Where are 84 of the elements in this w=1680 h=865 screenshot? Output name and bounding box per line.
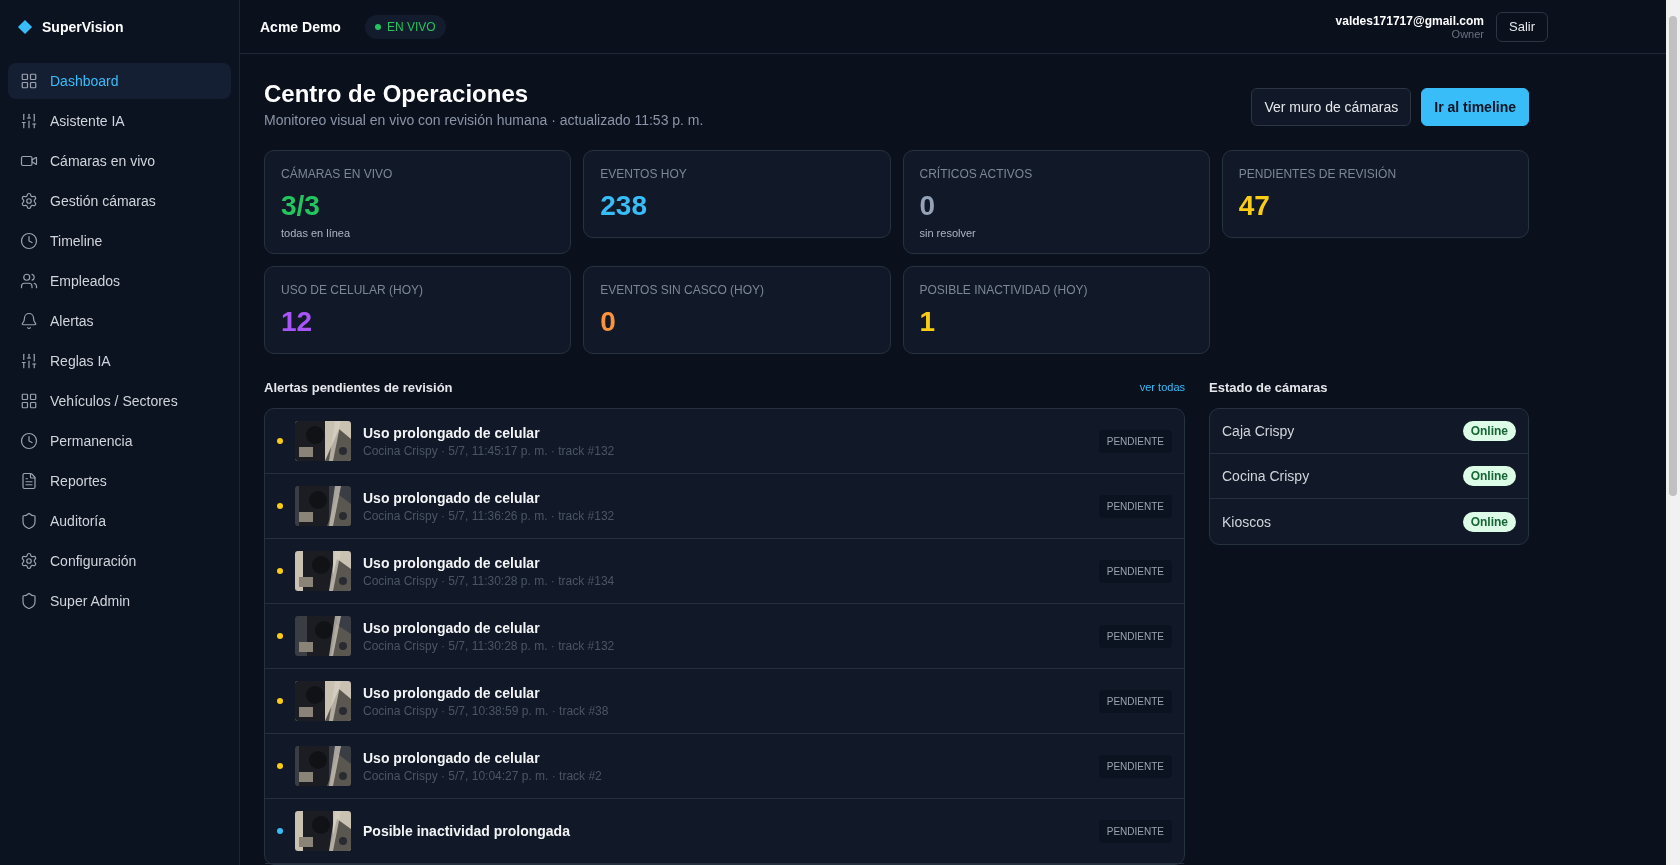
stat-label: PENDIENTES DE REVISIÓN xyxy=(1238,167,1398,181)
document-icon xyxy=(20,472,38,490)
sidebar-item[interactable]: Cámaras en vivo xyxy=(8,143,231,179)
scrollbar[interactable] xyxy=(1666,0,1680,865)
sidebar-item[interactable]: Auditoría xyxy=(8,503,231,539)
status-badge: Online xyxy=(1462,466,1516,486)
live-badge: EN VIVO xyxy=(364,14,446,39)
sidebar-item[interactable]: Timeline xyxy=(8,223,231,259)
alert-title[interactable]: Posible inactividad prolongada xyxy=(363,823,1087,839)
sliders-icon xyxy=(20,352,38,370)
status-badge: PENDIENTE xyxy=(1098,494,1172,518)
shield-icon xyxy=(20,512,38,530)
stat-label: POSIBLE INACTIVIDAD (HOY) xyxy=(919,283,1089,297)
stat-label: EVENTOS HOY xyxy=(600,167,688,181)
stat-label: USO DE CELULAR (HOY) xyxy=(281,283,425,297)
stat-value: 0 xyxy=(919,189,937,223)
alert-meta: Cocina Crispy · 5/7, 10:38:59 p. m. · track #38 xyxy=(363,703,610,718)
stat-value: 3/3 xyxy=(281,189,321,223)
stat-note: todas en línea xyxy=(281,227,352,239)
status-badge: PENDIENTE xyxy=(1098,429,1172,453)
alert-title[interactable]: Uso prolongado de celular xyxy=(363,424,1087,441)
alert-title[interactable]: Uso prolongado de celular xyxy=(363,489,1087,506)
users-icon xyxy=(20,272,38,290)
secondary-button[interactable]: Ver muro de cámaras xyxy=(1251,88,1412,126)
brand-name: SuperVision xyxy=(42,19,124,35)
user-role: Owner xyxy=(1451,27,1484,40)
settings-icon xyxy=(20,552,38,570)
sidebar-item[interactable]: Asistente IA xyxy=(8,103,231,139)
logout-button[interactable]: Salir xyxy=(1496,11,1548,42)
stat-value: 238 xyxy=(600,189,648,223)
section-title: Alertas pendientes de revisión xyxy=(264,379,453,395)
stat-label: CÁMARAS EN VIVO xyxy=(281,167,394,181)
status-badge: PENDIENTE xyxy=(1098,754,1172,778)
alert-meta: Cocina Crispy · 5/7, 11:45:17 p. m. · track #132 xyxy=(363,443,616,458)
grid-icon xyxy=(20,392,38,410)
alert-meta: Cocina Crispy · 5/7, 11:36:26 p. m. · track #132 xyxy=(363,508,616,523)
bell-icon xyxy=(20,312,38,330)
status-badge: PENDIENTE xyxy=(1098,689,1172,713)
section-title: Estado de cámaras xyxy=(1209,379,1328,395)
stat-value: 0 xyxy=(600,305,617,339)
page-title: Centro de Operaciones xyxy=(264,80,530,108)
clock-icon xyxy=(20,432,38,450)
organization-name: Acme Demo xyxy=(260,18,341,35)
alert-title[interactable]: Uso prolongado de celular xyxy=(363,619,1087,636)
sidebar-item[interactable]: Reglas IA xyxy=(8,343,231,379)
sidebar-item[interactable]: Vehículos / Sectores xyxy=(8,383,231,419)
status-badge: PENDIENTE xyxy=(1098,624,1172,648)
stat-label: EVENTOS SIN CASCO (HOY) xyxy=(600,283,766,297)
alert-title[interactable]: Uso prolongado de celular xyxy=(363,749,1087,766)
sidebar-item[interactable]: Super Admin xyxy=(8,583,231,619)
sidebar-item[interactable]: Reportes xyxy=(8,463,231,499)
grid-icon xyxy=(20,72,38,90)
camera-name: Cocina Crispy xyxy=(1222,468,1310,484)
alert-title[interactable]: Uso prolongado de celular xyxy=(363,684,1087,701)
clock-icon xyxy=(20,232,38,250)
sidebar-item[interactable]: Empleados xyxy=(8,263,231,299)
alert-meta: Cocina Crispy · 5/7, 11:30:28 p. m. · track #134 xyxy=(363,573,616,588)
alert-meta: Cocina Crispy · 5/7, 11:30:28 p. m. · track #132 xyxy=(363,638,616,653)
settings-icon xyxy=(20,192,38,210)
alert-title[interactable]: Uso prolongado de celular xyxy=(363,554,1087,571)
camera-name: Caja Crispy xyxy=(1222,423,1295,439)
status-badge: PENDIENTE xyxy=(1098,819,1172,843)
camera-name: Kioscos xyxy=(1222,513,1272,530)
sidebar-item[interactable]: Permanencia xyxy=(8,423,231,459)
stat-value: 47 xyxy=(1238,189,1271,223)
status-badge: PENDIENTE xyxy=(1098,559,1172,583)
sidebar-item[interactable]: Alertas xyxy=(8,303,231,339)
live-dot-icon xyxy=(374,23,381,30)
stat-value: 1 xyxy=(919,305,937,339)
view-all-link[interactable]: ver todas xyxy=(1139,381,1185,393)
sliders-icon xyxy=(20,112,38,130)
status-badge: Online xyxy=(1462,511,1516,532)
stat-value: 12 xyxy=(281,305,314,339)
sidebar-item[interactable]: Configuración xyxy=(8,543,231,579)
stat-label: CRÍTICOS ACTIVOS xyxy=(919,167,1034,181)
stat-note: sin resolver xyxy=(919,227,977,239)
alert-meta: Cocina Crispy · 5/7, 10:04:27 p. m. · track #2 xyxy=(363,768,603,783)
sidebar-item[interactable]: Gestión cámaras xyxy=(8,183,231,219)
page-subtitle: Monitoreo visual en vivo con revisión humana · actualizado 11:53 p. m. xyxy=(264,112,704,128)
status-badge: Online xyxy=(1462,421,1516,441)
shield-icon xyxy=(20,592,38,610)
sidebar-item[interactable]: Dashboard xyxy=(8,63,231,99)
primary-button[interactable]: Ir al timeline xyxy=(1421,88,1529,126)
user-email: valdes171717@gmail.com xyxy=(1335,13,1484,28)
